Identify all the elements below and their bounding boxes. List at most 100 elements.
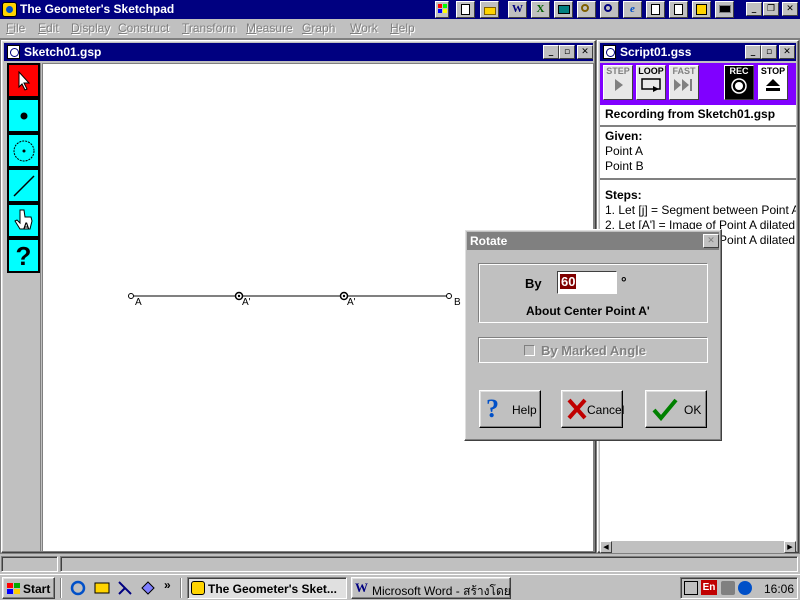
- dialog-close-button[interactable]: ✕: [703, 234, 719, 248]
- text-tool-icon[interactable]: A: [7, 203, 40, 238]
- scroll-right-icon[interactable]: ▶: [784, 541, 796, 553]
- loop-label: LOOP: [638, 66, 664, 76]
- language-indicator[interactable]: En: [701, 580, 717, 595]
- record-button[interactable]: REC: [724, 65, 754, 100]
- menu-work[interactable]: Work: [350, 21, 378, 35]
- task-button-sketchpad[interactable]: The Geometer's Sket...: [187, 577, 347, 599]
- open-folder-icon[interactable]: [480, 1, 499, 18]
- given-point-a[interactable]: Point A: [605, 144, 643, 158]
- menu-help[interactable]: Help: [390, 21, 415, 35]
- help-tray-icon[interactable]: [738, 581, 752, 595]
- outlook-icon[interactable]: [94, 580, 110, 596]
- scheduler-tray-icon[interactable]: [684, 581, 698, 595]
- rotate-dialog: Rotate ✕ By 60 ° About Center Point A' B…: [464, 229, 722, 441]
- channels-icon[interactable]: [140, 580, 156, 596]
- sketch-document-icon: [7, 45, 20, 59]
- start-button[interactable]: Start: [2, 577, 55, 599]
- label-B[interactable]: B: [454, 297, 461, 308]
- given-point-b[interactable]: Point B: [605, 159, 644, 173]
- mixer-tray-icon[interactable]: [721, 581, 735, 595]
- script-control-bar: STEP LOOP FAST REC STOP: [600, 63, 796, 105]
- search-icon[interactable]: [577, 1, 596, 18]
- point-A[interactable]: [128, 293, 134, 299]
- straightedge-tool-icon[interactable]: [7, 168, 40, 203]
- ok-label: OK: [684, 403, 702, 417]
- arrow-tool-icon[interactable]: [7, 63, 40, 98]
- menu-file[interactable]: File: [6, 21, 25, 35]
- menu-graph[interactable]: Graph: [302, 21, 335, 35]
- scroll-left-icon[interactable]: ◀: [600, 541, 612, 553]
- marked-angle-group: By Marked Angle: [478, 337, 708, 363]
- script-maximize-button[interactable]: ▫: [761, 45, 777, 59]
- fast-button[interactable]: FAST: [669, 65, 699, 100]
- sketchpad-app-icon[interactable]: [2, 2, 17, 17]
- monitor-icon[interactable]: [715, 1, 734, 18]
- sketch-minimize-button[interactable]: _: [543, 45, 559, 59]
- compass-tool-icon[interactable]: [7, 133, 40, 168]
- start-label: Start: [23, 582, 51, 596]
- menu-transform[interactable]: Transform: [182, 21, 236, 35]
- point-B[interactable]: [446, 293, 452, 299]
- screen-icon[interactable]: [554, 1, 573, 18]
- menu-bar: File Edit Display Construct Transform Me…: [0, 19, 800, 38]
- notepad-icon[interactable]: [456, 1, 475, 18]
- angle-input[interactable]: 60: [557, 271, 617, 294]
- sketch-close-button[interactable]: ✕: [577, 45, 593, 59]
- app-minimize-button[interactable]: _: [746, 2, 762, 16]
- script-close-button[interactable]: ✕: [779, 45, 795, 59]
- point-A-prime-1-center: [237, 294, 241, 298]
- script-tool-icon[interactable]: ?: [7, 238, 40, 273]
- script-title: Script01.gss: [620, 45, 692, 59]
- point-tool-icon[interactable]: [7, 98, 40, 133]
- script-minimize-button[interactable]: _: [745, 45, 761, 59]
- sketch-maximize-button[interactable]: ▫: [559, 45, 575, 59]
- file-icon[interactable]: [646, 1, 665, 18]
- excel-icon[interactable]: X: [531, 1, 550, 18]
- help-button[interactable]: ? Help: [479, 390, 541, 428]
- label-A-prime-1[interactable]: A': [242, 297, 251, 308]
- ok-checkmark-icon: [652, 398, 678, 421]
- file-icon[interactable]: [669, 1, 688, 18]
- rotate-dialog-title: Rotate: [470, 234, 508, 248]
- angle-value: 60: [560, 274, 577, 289]
- label-A-prime-2[interactable]: A': [347, 297, 356, 308]
- marked-angle-checkbox[interactable]: [524, 345, 535, 356]
- recording-source: Recording from Sketch01.gsp: [605, 107, 776, 121]
- help-icon: ?: [486, 394, 499, 423]
- stop-button[interactable]: STOP: [758, 65, 788, 100]
- step-item[interactable]: 1. Let [j] = Segment between Point A: [605, 203, 796, 217]
- sketchpad-icon[interactable]: [692, 1, 711, 18]
- menu-measure[interactable]: Measure: [246, 21, 293, 35]
- script-horizontal-scrollbar[interactable]: ◀ ▶: [600, 541, 796, 553]
- label-A[interactable]: A: [135, 297, 142, 308]
- cancel-button[interactable]: Cancel: [561, 390, 625, 428]
- system-tray: En 16:06: [680, 577, 798, 599]
- app-close-button[interactable]: ✕: [782, 2, 798, 16]
- quick-launch-more-icon[interactable]: »: [164, 578, 171, 592]
- text-tool-label: A: [23, 221, 30, 231]
- stop-label: STOP: [760, 66, 786, 76]
- rotate-dialog-title-bar[interactable]: Rotate ✕: [467, 232, 719, 250]
- by-label: By: [525, 276, 542, 291]
- color-palette-icon[interactable]: [435, 1, 449, 18]
- task-button-word[interactable]: W Microsoft Word - สร้างโดย...: [351, 577, 511, 599]
- step-label: STEP: [606, 66, 630, 76]
- internet-explorer-icon[interactable]: e: [623, 1, 642, 18]
- app-maximize-button[interactable]: ❐: [763, 2, 779, 16]
- ie-icon[interactable]: [70, 580, 86, 596]
- step-button[interactable]: STEP: [603, 65, 633, 100]
- loop-icon: [641, 78, 661, 92]
- desktop-icon[interactable]: [117, 580, 133, 596]
- sketch-title: Sketch01.gsp: [24, 45, 102, 59]
- sketch-title-bar[interactable]: Sketch01.gsp _ ▫ ✕: [4, 43, 593, 61]
- clock[interactable]: 16:06: [764, 582, 794, 596]
- loop-button[interactable]: LOOP: [636, 65, 666, 100]
- find-icon[interactable]: [600, 1, 619, 18]
- script-title-bar[interactable]: Script01.gss _ ▫ ✕: [600, 43, 796, 61]
- menu-edit[interactable]: Edit: [38, 21, 59, 35]
- menu-display[interactable]: Display: [71, 21, 110, 35]
- word-icon[interactable]: W: [508, 1, 527, 18]
- ok-button[interactable]: OK: [645, 390, 707, 428]
- menu-construct[interactable]: Construct: [118, 21, 169, 35]
- cancel-label: Cancel: [587, 403, 625, 417]
